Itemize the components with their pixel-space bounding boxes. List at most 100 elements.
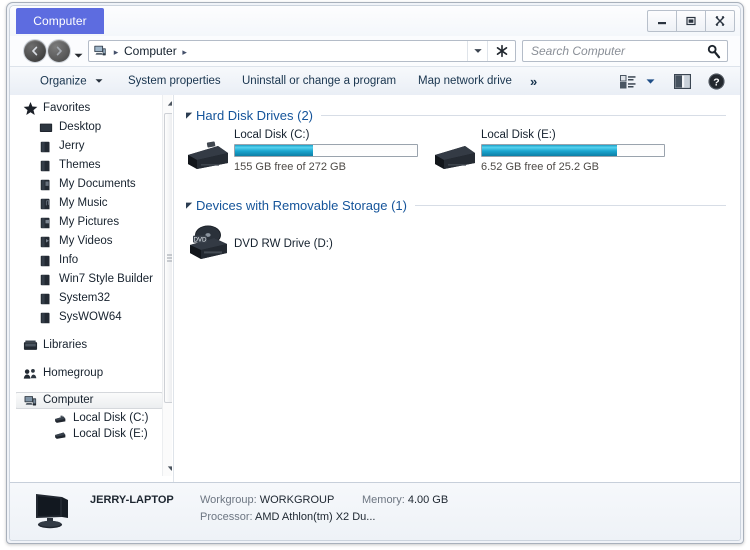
sidebar-item-my-videos[interactable]: My Videos (16, 232, 164, 251)
navigation-pane: Favorites Desktop Jerry Themes My Docume… (16, 95, 172, 482)
sidebar-item-syswow64[interactable]: SysWOW64 (16, 308, 164, 327)
address-dropdown-button[interactable] (467, 41, 487, 61)
sidebar-item-info[interactable]: Info (16, 251, 164, 270)
memory-field: Memory: 4.00 GB (362, 492, 448, 509)
drive-capacity-text: 155 GB free of 272 GB (234, 161, 346, 173)
hard-drive-icon (429, 128, 481, 172)
drive-tile-dvd[interactable]: DVD DVD RW Drive (D:) (182, 220, 432, 266)
scroll-down-arrow[interactable] (163, 460, 172, 476)
sidebar-label: Favorites (43, 102, 91, 114)
toolbar-organize-button[interactable]: Organize (32, 67, 111, 96)
scroll-thumb[interactable] (164, 113, 172, 403)
sidebar-label: My Pictures (59, 216, 120, 228)
maximize-button[interactable] (676, 10, 706, 32)
refresh-button[interactable] (487, 41, 515, 61)
folder-icon (38, 310, 54, 326)
items-view[interactable]: Hard Disk Drives (2) Local Disk (C:) 155… (174, 95, 740, 482)
hard-drive-icon (182, 128, 234, 172)
toolbar-overflow-button[interactable]: » (522, 67, 545, 96)
title-bar[interactable]: Computer (10, 6, 740, 36)
sidebar-item-jerry[interactable]: Jerry (16, 137, 164, 156)
processor-label: Processor: (200, 511, 253, 523)
sidebar-label: Homegroup (43, 367, 104, 379)
breadcrumb-separator-icon: ▸ (113, 46, 119, 57)
drive-tile-c[interactable]: Local Disk (C:) 155 GB free of 272 GB (182, 128, 432, 184)
command-toolbar: Organize System properties Uninstall or … (10, 66, 740, 97)
help-icon[interactable]: ? (708, 73, 725, 90)
group-title: Devices with Removable Storage (1) (196, 197, 407, 213)
breadcrumb[interactable]: ▸ Computer ▸ (111, 41, 190, 61)
sidebar-item-my-documents[interactable]: My Documents (16, 175, 164, 194)
chevron-down-icon (95, 67, 103, 96)
drive-icon (52, 411, 68, 427)
sidebar-item-win7-style-builder[interactable]: Win7 Style Builder (16, 270, 164, 289)
sidebar-item-local-disk-e[interactable]: Local Disk (E:) (16, 428, 164, 440)
group-header-removable-storage[interactable]: Devices with Removable Storage (1) (182, 194, 740, 216)
sidebar-item-my-music[interactable]: My Music (16, 194, 164, 213)
sidebar-item-system32[interactable]: System32 (16, 289, 164, 308)
details-pane: JERRY-LAPTOP Workgroup: WORKGROUP Memory… (10, 482, 740, 540)
drive-tile-e[interactable]: Local Disk (E:) 6.52 GB free of 25.2 GB (429, 128, 679, 184)
group-header-hard-disk-drives[interactable]: Hard Disk Drives (2) (182, 104, 740, 126)
scroll-grip-icon (167, 253, 172, 264)
toolbar-uninstall-button[interactable]: Uninstall or change a program (234, 67, 404, 96)
triangle-down-icon[interactable] (182, 111, 196, 120)
drive-info-e: Local Disk (E:) 6.52 GB free of 25.2 GB (481, 128, 679, 173)
sidebar-label: Desktop (59, 121, 102, 133)
window-controls (647, 10, 735, 32)
preview-pane-icon[interactable] (674, 74, 691, 89)
drive-usage-meter (234, 144, 418, 157)
chevron-down-icon[interactable] (646, 78, 655, 85)
search-icon[interactable] (707, 44, 721, 64)
close-icon (715, 16, 725, 26)
minimize-icon (658, 22, 666, 25)
search-input[interactable]: Search Computer (531, 41, 625, 61)
toolbar-map-network-drive-button[interactable]: Map network drive (410, 67, 520, 96)
computer-name: JERRY-LAPTOP (90, 494, 174, 506)
memory-label: Memory: (362, 494, 405, 506)
tile-container-removable-storage: DVD DVD RW Drive (D:) (174, 216, 740, 276)
drive-usage-meter (481, 144, 665, 157)
sidebar-label: My Documents (59, 178, 136, 190)
drive-capacity-text: 6.52 GB free of 25.2 GB (481, 161, 600, 173)
window-title-tab[interactable]: Computer (16, 8, 104, 34)
recent-pages-button[interactable] (73, 47, 84, 58)
sidebar-item-libraries[interactable]: Libraries (16, 336, 164, 355)
sidebar-label: Local Disk (C:) (73, 412, 149, 424)
close-button[interactable] (705, 10, 735, 32)
sidebar-label: Jerry (59, 140, 85, 152)
navigation-tree: Favorites Desktop Jerry Themes My Docume… (16, 99, 164, 440)
processor-value: AMD Athlon(tm) X2 Du... (255, 511, 376, 523)
scroll-up-arrow[interactable] (163, 95, 172, 111)
toolbar-system-properties-button[interactable]: System properties (120, 67, 229, 96)
back-button[interactable] (24, 40, 46, 62)
view-options-icon[interactable] (620, 74, 636, 89)
sidebar-item-homegroup[interactable]: Homegroup (16, 364, 164, 383)
window-body: Favorites Desktop Jerry Themes My Docume… (10, 95, 740, 482)
sidebar-item-desktop[interactable]: Desktop (16, 118, 164, 137)
minimize-button[interactable] (647, 10, 677, 32)
toolbar-organize-label: Organize (40, 75, 87, 88)
forward-button[interactable] (48, 40, 70, 62)
sidebar-item-computer[interactable]: Computer (16, 392, 163, 409)
group-title: Hard Disk Drives (2) (196, 107, 314, 123)
navigation-scrollbar[interactable] (162, 95, 172, 476)
breadcrumb-item-computer[interactable]: Computer (124, 44, 177, 58)
sidebar-item-local-disk-c[interactable]: Local Disk (C:) (16, 409, 164, 428)
dvd-drive-icon: DVD (182, 223, 234, 263)
sidebar-item-my-pictures[interactable]: My Pictures (16, 213, 164, 232)
sidebar-item-favorites[interactable]: Favorites (16, 99, 164, 118)
sidebar-item-themes[interactable]: Themes (16, 156, 164, 175)
drive-name: Local Disk (C:) (234, 129, 310, 141)
search-box[interactable]: Search Computer (522, 40, 728, 62)
workgroup-field: Workgroup: WORKGROUP (200, 492, 334, 509)
computer-icon (22, 393, 38, 409)
drive-info-c: Local Disk (C:) 155 GB free of 272 GB (234, 128, 432, 173)
sidebar-label: SysWOW64 (59, 311, 122, 323)
triangle-down-icon[interactable] (182, 201, 196, 210)
drive-usage-fill (235, 145, 314, 156)
address-bar[interactable]: ▸ Computer ▸ (88, 40, 516, 62)
folder-icon (38, 291, 54, 307)
folder-icon (38, 253, 54, 269)
